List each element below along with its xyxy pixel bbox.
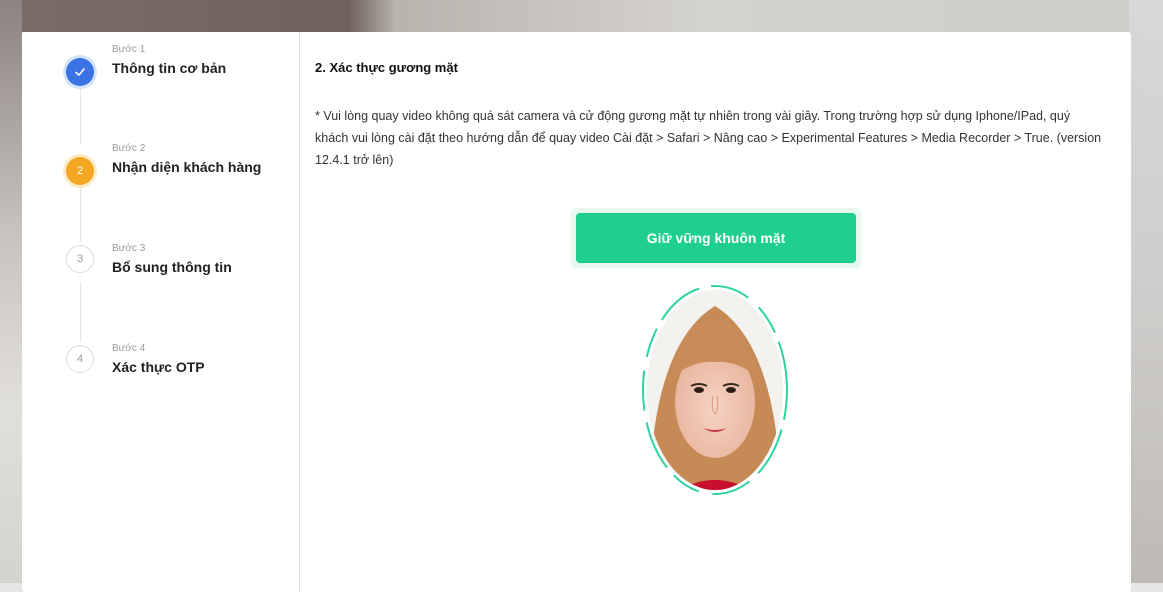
face-camera-preview xyxy=(642,285,788,495)
face-capture-area xyxy=(639,284,791,496)
step-3[interactable]: 3 Bước 3 Bổ sung thông tin xyxy=(22,243,299,303)
step-3-small-label: Bước 3 xyxy=(112,243,146,254)
step-3-number-badge: 3 xyxy=(66,245,94,273)
step-1[interactable]: Bước 1 Thông tin cơ bản xyxy=(22,44,299,104)
step-1-title: Thông tin cơ bản xyxy=(112,60,227,76)
step-2-number-badge: 2 xyxy=(66,157,94,185)
page-title: 2. Xác thực gương mặt xyxy=(315,60,458,75)
background-top-band xyxy=(0,0,1163,32)
step-2[interactable]: 2 Bước 2 Nhận diện khách hàng xyxy=(22,143,299,203)
hold-face-button[interactable]: Giữ vững khuôn mặt xyxy=(576,213,856,263)
step-4-title: Xác thực OTP xyxy=(112,359,205,375)
step-3-title: Bổ sung thông tin xyxy=(112,259,232,275)
background-left-band xyxy=(0,0,22,583)
step-4[interactable]: 4 Bước 4 Xác thực OTP xyxy=(22,343,299,403)
step-4-number-badge: 4 xyxy=(66,345,94,373)
check-icon xyxy=(66,58,94,86)
step-2-title: Nhận diện khách hàng xyxy=(112,159,262,175)
main-card: Bước 1 Thông tin cơ bản 2 Bước 2 Nhận di… xyxy=(22,32,1131,592)
step-4-small-label: Bước 4 xyxy=(112,343,146,354)
steps-sidebar: Bước 1 Thông tin cơ bản 2 Bước 2 Nhận di… xyxy=(22,32,300,592)
instructions-text: * Vui lòng quay video không quá sát came… xyxy=(315,109,1102,167)
step-1-small-label: Bước 1 xyxy=(112,44,146,55)
hold-face-button-wrapper: Giữ vững khuôn mặt xyxy=(571,208,861,268)
step-2-small-label: Bước 2 xyxy=(112,143,146,154)
background-right-band xyxy=(1129,0,1163,583)
